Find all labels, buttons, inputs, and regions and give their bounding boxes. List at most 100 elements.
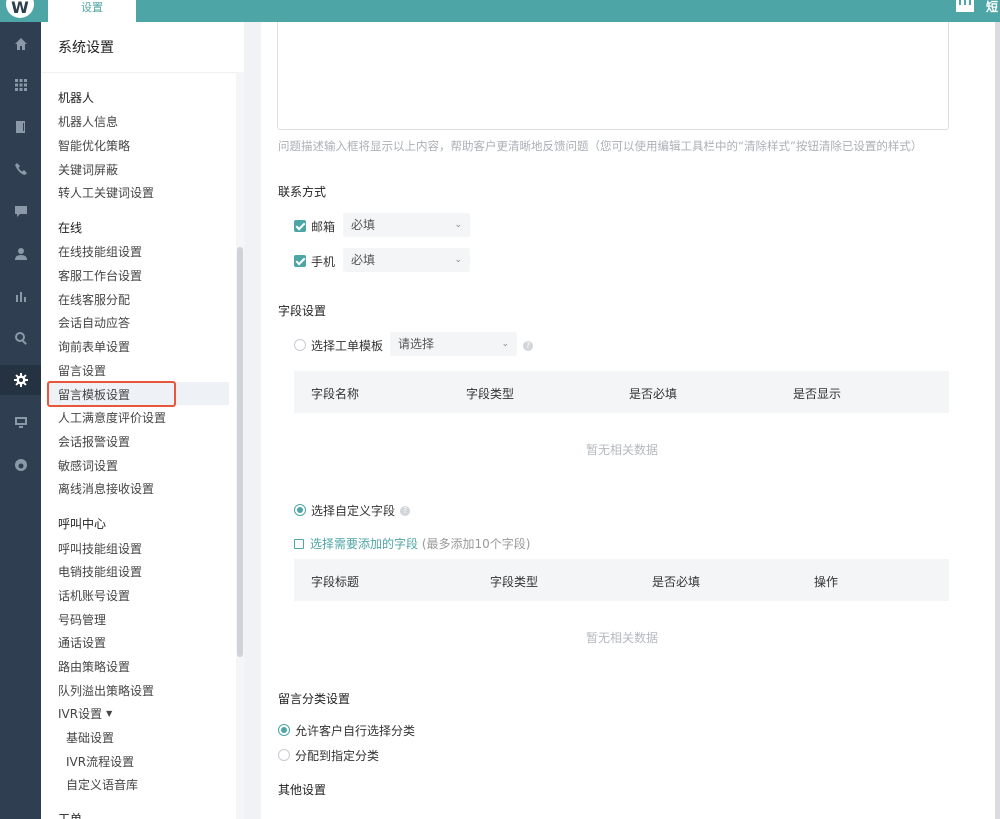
sidebar-item-number-manage[interactable]: 号码管理 (58, 611, 106, 628)
sidebar-item-message-settings[interactable]: 留言设置 (58, 362, 106, 379)
sidebar-item-sensitive-words[interactable]: 敏感词设置 (58, 457, 118, 474)
sidebar-item-keyword-block[interactable]: 关键词屏蔽 (58, 161, 118, 178)
email-required-select[interactable]: 必填 ⌄ (343, 213, 470, 237)
sidebar-item-queue-overflow[interactable]: 队列溢出策略设置 (58, 682, 154, 699)
table-header-cell: 是否必填 (629, 387, 678, 401)
apps-icon[interactable] (0, 70, 41, 100)
sidebar-item-phone-account[interactable]: 话机账号设置 (58, 587, 130, 604)
help-icon[interactable]: ? (400, 506, 410, 516)
sidebar-scrollbar[interactable] (237, 247, 243, 657)
tab-settings[interactable]: 设置 (48, 0, 136, 22)
active-item-highlight (47, 381, 176, 407)
sidebar-item-auto-reply[interactable]: 会话自动应答 (58, 314, 130, 331)
sidebar-item-ivr-basic[interactable]: 基础设置 (66, 729, 114, 746)
custom-field-radio[interactable] (294, 504, 306, 516)
phone-required-select[interactable]: 必填 ⌄ (343, 248, 470, 272)
table-header-cell: 字段名称 (311, 387, 360, 401)
ivr-label: IVR设置 (58, 707, 103, 721)
group-robot: 机器人 (58, 91, 95, 105)
template-radio-label: 选择工单模板 (311, 339, 384, 353)
table-header-cell: 字段标题 (311, 575, 360, 589)
layout-gap (244, 22, 261, 819)
search-icon[interactable] (0, 323, 41, 353)
sidebar-item-smart-optimize[interactable]: 智能优化策略 (58, 137, 130, 154)
group-ticket: 工单 (58, 812, 83, 819)
empty-state-text: 暂无相关数据 (586, 631, 659, 645)
sidebar-item-transfer-keyword[interactable]: 转人工关键词设置 (58, 184, 154, 201)
assign-category-label: 分配到指定分类 (295, 749, 380, 763)
table-header-cell: 是否必填 (652, 575, 701, 589)
email-label: 邮箱 (311, 220, 336, 234)
sidebar-item-offline-message[interactable]: 离线消息接收设置 (58, 480, 154, 497)
table-header-cell: 操作 (814, 575, 839, 589)
sidebar-divider (41, 72, 244, 73)
phone-icon[interactable] (0, 154, 41, 184)
field-section-title: 字段设置 (278, 304, 327, 318)
edit-icon (294, 539, 304, 549)
allow-category-radio[interactable] (278, 724, 290, 736)
monitor-icon[interactable] (0, 407, 41, 437)
sidebar-item-ivr[interactable]: IVR设置 ▼ (58, 705, 112, 722)
home-icon[interactable] (0, 29, 41, 59)
template-select[interactable]: 请选择 ⌄ (390, 332, 517, 356)
assign-category-radio[interactable] (278, 749, 290, 761)
sidebar-item-routing[interactable]: 路由策略设置 (58, 658, 130, 675)
sidebar-item-ivr-flow[interactable]: IVR流程设置 (66, 753, 134, 770)
add-fields-link[interactable]: 选择需要添加的字段 (最多添加10个字段) (294, 535, 530, 552)
table-header-cell: 字段类型 (490, 575, 539, 589)
sidebar-item-satisfaction[interactable]: 人工满意度评价设置 (58, 409, 166, 426)
phone-checkbox[interactable] (294, 255, 306, 267)
other-section-title: 其他设置 (278, 783, 327, 797)
sidebar-item-workbench[interactable]: 客服工作台设置 (58, 267, 142, 284)
chevron-down-icon: ⌄ (501, 339, 509, 349)
template-select-value: 请选择 (398, 337, 435, 351)
user-name-text[interactable]: 短 (986, 0, 1000, 15)
sidebar-item-online-assign[interactable]: 在线客服分配 (58, 291, 130, 308)
sidebar-title: 系统设置 (58, 40, 114, 56)
user-icon[interactable] (0, 239, 41, 269)
email-select-value: 必填 (351, 218, 376, 232)
table-header-cell: 字段类型 (466, 387, 515, 401)
phone-select-value: 必填 (351, 253, 376, 267)
custom-fields-table-header: 字段标题 字段类型 是否必填 操作 (294, 559, 949, 601)
group-call-center: 呼叫中心 (58, 517, 107, 531)
template-fields-table-header: 字段名称 字段类型 是否必填 是否显示 (294, 371, 949, 413)
globe-icon[interactable] (0, 450, 41, 480)
chart-icon[interactable] (0, 281, 41, 311)
group-online: 在线 (58, 221, 83, 235)
sidebar-item-call-settings[interactable]: 通话设置 (58, 634, 106, 651)
email-checkbox[interactable] (294, 220, 306, 232)
help-icon[interactable]: ? (523, 341, 533, 351)
sidebar-item-session-alarm[interactable]: 会话报警设置 (58, 433, 130, 450)
chat-icon[interactable] (0, 196, 41, 226)
custom-field-radio-label: 选择自定义字段 (311, 504, 396, 518)
chevron-down-icon: ⌄ (454, 220, 462, 230)
chevron-down-icon: ⌄ (454, 255, 462, 265)
question-description-editor[interactable] (277, 22, 949, 130)
template-radio[interactable] (294, 339, 306, 351)
allow-category-label: 允许客户自行选择分类 (295, 724, 416, 738)
book-icon[interactable] (0, 112, 41, 142)
sidebar-item-pre-chat-form[interactable]: 询前表单设置 (58, 338, 130, 355)
icon-nav (0, 22, 41, 819)
editor-hint: 问题描述输入框将显示以上内容，帮助客户更清晰地反馈问题（您可以使用编辑工具栏中的… (278, 139, 923, 153)
top-bar: W 设置 短 (0, 0, 1000, 22)
sidebar-item-sales-skill-group[interactable]: 电销技能组设置 (58, 563, 142, 580)
caret-down-icon: ▼ (106, 709, 113, 718)
sidebar-item-robot-info[interactable]: 机器人信息 (58, 113, 118, 130)
gear-icon[interactable] (0, 365, 41, 395)
phone-label: 手机 (311, 255, 336, 269)
sidebar-item-voice-library[interactable]: 自定义语音库 (66, 776, 138, 793)
sidebar-item-call-skill-group[interactable]: 呼叫技能组设置 (58, 540, 142, 557)
app-logo[interactable]: W (6, 0, 34, 18)
sidebar-item-online-skill-group[interactable]: 在线技能组设置 (58, 243, 142, 260)
main-content: 问题描述输入框将显示以上内容，帮助客户更清晰地反馈问题（您可以使用编辑工具栏中的… (261, 22, 995, 819)
table-header-cell: 是否显示 (793, 387, 842, 401)
contact-section-title: 联系方式 (278, 185, 327, 199)
category-section-title: 留言分类设置 (278, 692, 351, 706)
window-edge (995, 22, 1000, 819)
add-fields-link-text[interactable]: 选择需要添加的字段 (310, 537, 418, 551)
settings-sidebar: 系统设置 机器人 机器人信息 智能优化策略 关键词屏蔽 转人工关键词设置 在线 … (41, 22, 244, 819)
building-icon[interactable] (956, 0, 974, 12)
add-fields-note: (最多添加10个字段) (421, 537, 531, 551)
